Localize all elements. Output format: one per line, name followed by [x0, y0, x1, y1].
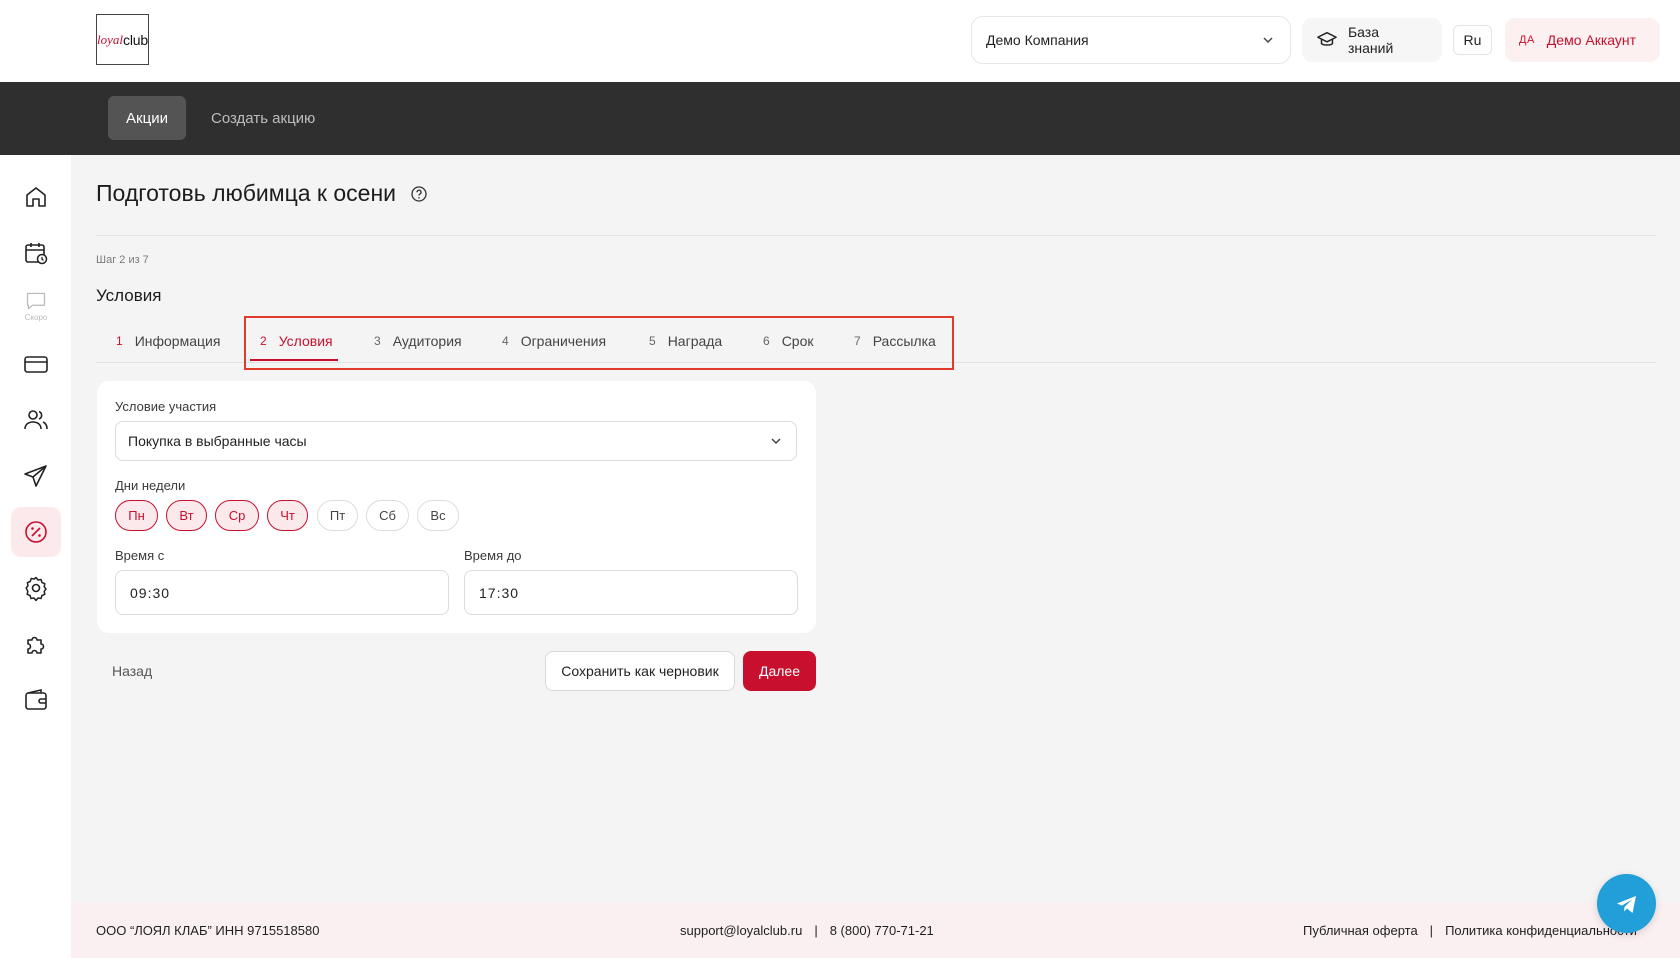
- knowledge-base-button[interactable]: База знаний: [1302, 18, 1442, 62]
- sidebar-item-integrations[interactable]: [11, 620, 61, 670]
- users-icon: [24, 410, 48, 430]
- sidebar-item-mailings[interactable]: [11, 451, 61, 501]
- help-icon[interactable]: [410, 185, 428, 203]
- public-offer-link[interactable]: Публичная оферта: [1303, 923, 1418, 938]
- step-counter: Шаг 2 из 7: [96, 254, 149, 266]
- footer-legal: Публичная оферта | Политика конфиденциал…: [1303, 923, 1637, 938]
- calendar-icon: [25, 243, 48, 265]
- company-select-value: Демо Компания: [986, 32, 1089, 48]
- divider: [96, 235, 1656, 236]
- sidebar-item-home[interactable]: [11, 172, 61, 222]
- sidebar-item-billing[interactable]: [11, 675, 61, 725]
- save-draft-button[interactable]: Сохранить как черновик: [545, 651, 735, 691]
- condition-label: Условие участия: [115, 399, 217, 414]
- sidebar-item-promotions[interactable]: [11, 507, 61, 557]
- header: loyal club Демо Компания База знаний Ru Д…: [0, 0, 1680, 82]
- graduation-cap-icon: [1317, 31, 1337, 46]
- page-title: Подготовь любимца к осени: [96, 180, 428, 207]
- wallet-icon: [25, 688, 47, 710]
- home-icon: [26, 187, 46, 207]
- day-sun-toggle[interactable]: Вс: [417, 500, 459, 531]
- footer-separator: |: [1429, 923, 1434, 938]
- logo[interactable]: loyal club: [96, 14, 149, 65]
- time-from-label: Время с: [115, 548, 165, 563]
- chat-icon: [26, 292, 46, 310]
- sidebar-item-clients[interactable]: [11, 395, 61, 445]
- gear-icon: [25, 576, 47, 601]
- condition-select-value: Покупка в выбранные часы: [128, 433, 307, 449]
- coming-soon-badge: Скоро: [24, 313, 48, 322]
- chevron-down-icon: [1263, 37, 1273, 44]
- sidebar-item-cards[interactable]: [11, 339, 61, 389]
- card-icon: [24, 356, 48, 373]
- account-name: Демо Аккаунт: [1546, 32, 1637, 48]
- telegram-icon: [1616, 895, 1636, 913]
- day-tue-toggle[interactable]: Вт: [166, 500, 207, 531]
- day-sat-toggle[interactable]: Сб: [366, 500, 409, 531]
- logo-part-loyal: loyal: [97, 31, 124, 47]
- highlight-annotation: [244, 316, 954, 370]
- knowledge-base-label: База знаний: [1347, 24, 1394, 56]
- discount-icon: [25, 521, 47, 543]
- footer-company: ООО “ЛОЯЛ КЛАБ” ИНН 9715518580: [96, 923, 320, 938]
- sidebar-item-settings[interactable]: [11, 563, 61, 613]
- avatar: ДА: [1519, 34, 1535, 46]
- condition-select[interactable]: Покупка в выбранные часы: [115, 421, 797, 461]
- company-select[interactable]: Демо Компания: [971, 16, 1291, 64]
- telegram-chat-button[interactable]: [1597, 874, 1656, 933]
- top-navigation: Акции Создать акцию: [0, 82, 1680, 155]
- account-button[interactable]: ДА Демо Аккаунт: [1505, 18, 1660, 62]
- sidebar-item-calendar[interactable]: [11, 228, 61, 278]
- conditions-form-card: Условие участия Покупка в выбранные часы…: [97, 381, 816, 633]
- tab-promotions[interactable]: Акции: [108, 96, 186, 140]
- day-fri-toggle[interactable]: Пт: [317, 500, 358, 531]
- tab-create-promotion[interactable]: Создать акцию: [211, 96, 315, 140]
- sidebar: Скоро: [0, 155, 71, 958]
- step-number: 1: [116, 334, 123, 348]
- footer-contacts: support@loyalclub.ru | 8 (800) 770-71-21: [680, 923, 934, 938]
- language-switch[interactable]: Ru: [1453, 25, 1492, 55]
- footer: ООО “ЛОЯЛ КЛАБ” ИНН 9715518580 support@l…: [71, 902, 1680, 958]
- day-thu-toggle[interactable]: Чт: [267, 500, 308, 531]
- puzzle-icon: [27, 636, 45, 654]
- send-icon: [24, 465, 47, 487]
- logo-part-club: club: [123, 31, 148, 48]
- page-title-text: Подготовь любимца к осени: [96, 180, 397, 206]
- step-label: Информация: [134, 333, 221, 349]
- day-wed-toggle[interactable]: Ср: [215, 500, 259, 531]
- support-phone-link[interactable]: 8 (800) 770-71-21: [830, 923, 934, 938]
- back-button[interactable]: Назад: [112, 663, 152, 679]
- weekdays-label: Дни недели: [115, 478, 186, 493]
- time-from-input[interactable]: 09:30: [115, 570, 449, 615]
- section-title: Условия: [96, 286, 162, 305]
- next-button[interactable]: Далее: [743, 651, 816, 691]
- footer-separator: |: [814, 923, 818, 938]
- day-mon-toggle[interactable]: Пн: [115, 500, 158, 531]
- step-information[interactable]: 1 Информация: [116, 333, 220, 349]
- time-to-label: Время до: [464, 548, 522, 563]
- chevron-down-icon: [771, 438, 781, 445]
- support-email-link[interactable]: support@loyalclub.ru: [680, 923, 802, 938]
- sidebar-item-chat[interactable]: Скоро: [11, 281, 61, 331]
- time-to-input[interactable]: 17:30: [464, 570, 798, 615]
